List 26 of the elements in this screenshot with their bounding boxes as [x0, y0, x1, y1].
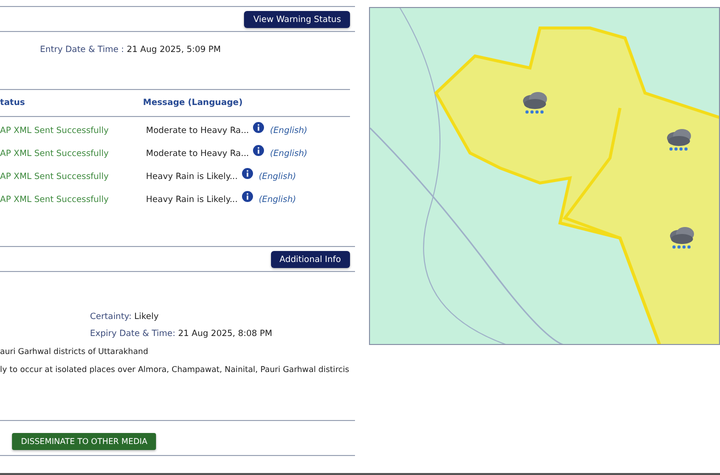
column-header: tatus: [0, 98, 25, 108]
info-icon[interactable]: [242, 168, 253, 180]
entry-date-time: Entry Date & Time : 21 Aug 2025, 5:09 PM: [40, 45, 221, 55]
language-text: (English): [270, 148, 308, 159]
status-text: AP XML Sent Successfully: [0, 148, 109, 159]
detail-text: Certainty: Likely: [90, 312, 159, 322]
additional-info-button[interactable]: Additional Info: [270, 251, 350, 268]
language-text: (English): [258, 172, 296, 182]
column-header: Message (Language): [143, 98, 243, 108]
info-icon[interactable]: [242, 191, 253, 202]
message-text: Moderate to Heavy Ra...: [146, 126, 249, 136]
message-text: Heavy Rain is Likely...: [146, 194, 238, 205]
info-icon[interactable]: [253, 122, 264, 134]
status-text: AP XML Sent Successfully: [0, 126, 109, 136]
info-icon[interactable]: [253, 145, 264, 156]
language-text: (English): [270, 126, 308, 136]
area-text: auri Garhwal districts of Uttarakhand: [0, 346, 148, 356]
message-text: Moderate to Heavy Ra...: [146, 148, 249, 159]
description-text: ly to occur at isolated places over Almora, Champawat, Nainital, Pauri Garhwal distircis: [0, 365, 350, 374]
language-text: (English): [258, 194, 296, 205]
disseminate-button[interactable]: DISSEMINATE TO OTHER MEDIA: [12, 432, 156, 450]
status-text: AP XML Sent Successfully: [0, 194, 109, 205]
detail-text: Expiry Date & Time: 21 Aug 2025, 8:08 PM: [90, 329, 272, 340]
status-text: AP XML Sent Successfully: [0, 172, 109, 182]
view-warning-status-button[interactable]: View Warning Status: [244, 11, 350, 28]
message-text: Heavy Rain is Likely...: [146, 172, 238, 182]
